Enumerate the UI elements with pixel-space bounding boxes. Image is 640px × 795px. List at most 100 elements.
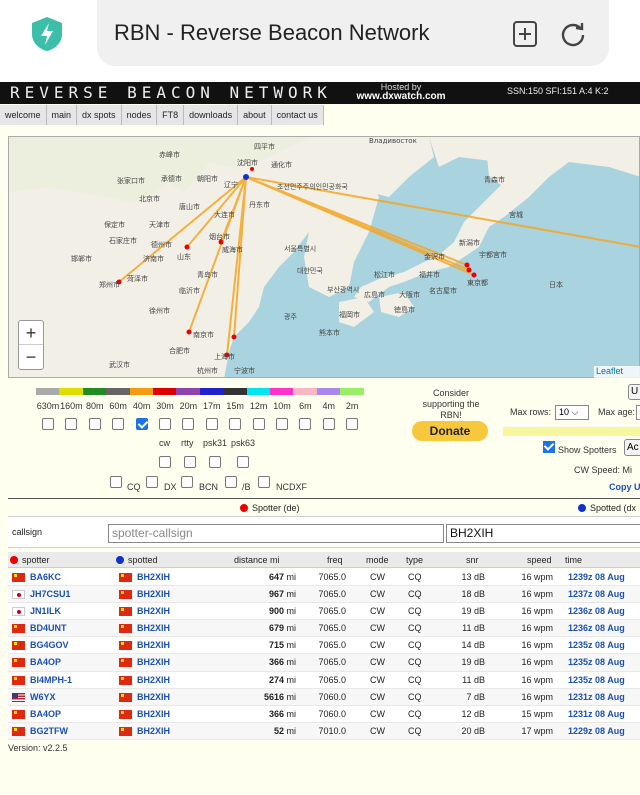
spotter-link[interactable]: JH7CSU1: [30, 589, 71, 599]
spotted-link[interactable]: BH2XIH: [137, 623, 170, 633]
band-checkbox-17m[interactable]: [205, 418, 218, 430]
band-checkbox-630m[interactable]: [42, 418, 54, 430]
spotter-link[interactable]: BD4UNT: [30, 623, 67, 633]
status-bar: [503, 427, 640, 436]
update-button[interactable]: U: [628, 384, 640, 400]
time-link[interactable]: 1235z 08 Aug: [568, 675, 625, 685]
time-link[interactable]: 1236z 08 Aug: [568, 606, 625, 616]
reload-icon[interactable]: [559, 20, 587, 48]
map-attribution[interactable]: Leaflet: [594, 366, 640, 378]
spotter-link[interactable]: BG4GOV: [30, 640, 69, 650]
nav-about[interactable]: about: [238, 105, 272, 125]
band-checkbox-12m[interactable]: [252, 418, 265, 430]
snr-cell: 19 dB: [461, 606, 485, 617]
nav-dx-spots[interactable]: dx spots: [77, 105, 122, 125]
add-tab-icon[interactable]: [512, 20, 538, 48]
option-checkbox-dx[interactable]: [146, 476, 158, 488]
action-button[interactable]: Ac: [624, 439, 640, 456]
option-checkbox-cq[interactable]: [110, 476, 122, 488]
map-canvas: 赤峰市 四平市 沈阳市 通化市 承德市 朝阳市 张家口市 北京市 辽宁 丹东市 …: [9, 137, 639, 377]
spot-map[interactable]: 赤峰市 四平市 沈阳市 通化市 承德市 朝阳市 张家口市 北京市 辽宁 丹东市 …: [8, 136, 640, 378]
col-mode[interactable]: mode: [366, 555, 389, 565]
spotted-link[interactable]: BH2XIH: [137, 572, 170, 582]
spotter-link[interactable]: BA6KC: [30, 572, 61, 582]
nav-contact-us[interactable]: contact us: [271, 105, 324, 125]
spotted-link[interactable]: BH2XIH: [137, 675, 170, 685]
map-label: 宇都宮市: [479, 250, 507, 259]
mode-checkbox-rtty[interactable]: [184, 456, 196, 468]
spotted-link[interactable]: BH2XIH: [137, 709, 170, 719]
freq-cell: 7065.0: [318, 572, 346, 582]
col-type[interactable]: type: [406, 555, 423, 565]
band-checkbox-30m[interactable]: [159, 418, 171, 430]
band-checkbox-4m[interactable]: [322, 418, 335, 430]
spotter-link[interactable]: BA4OP: [30, 709, 61, 719]
host-link[interactable]: www.dxwatch.com: [356, 92, 446, 102]
col-snr[interactable]: snr: [466, 555, 479, 565]
shield-lightning-icon[interactable]: [30, 16, 64, 52]
table-row: W6YX BH2XIH 5616 mi 7060.0 CW CQ 7 dB 16 wpm 123…: [8, 688, 640, 706]
time-link[interactable]: 1229z 08 Aug: [568, 726, 625, 736]
time-link[interactable]: 1239z 08 Aug: [568, 572, 625, 582]
nav-ft8[interactable]: FT8: [157, 105, 185, 125]
band-checkbox-10m[interactable]: [276, 418, 288, 430]
donate-button[interactable]: Donate: [412, 421, 488, 441]
time-link[interactable]: 1235z 08 Aug: [568, 657, 625, 667]
mode-checkbox-psk63[interactable]: [237, 456, 249, 468]
flag-icon: [119, 624, 132, 634]
spotted-link[interactable]: BH2XIH: [137, 640, 170, 650]
mode-checkbox-psk31[interactable]: [209, 456, 221, 468]
spotter-link[interactable]: JN1ILK: [30, 606, 61, 616]
spotter-link[interactable]: BA4OP: [30, 657, 61, 667]
col-time[interactable]: time: [565, 555, 582, 565]
band-checkbox-20m[interactable]: [182, 418, 195, 430]
band-checkbox-40m[interactable]: [135, 418, 148, 430]
mode-checkbox-cw[interactable]: [159, 456, 171, 468]
type-cell: CQ: [408, 691, 422, 702]
band-checkbox-160m[interactable]: [65, 418, 78, 430]
max-age-input[interactable]: [636, 405, 640, 420]
col-freq[interactable]: freq: [327, 555, 343, 565]
col-spotted[interactable]: spotted: [116, 555, 158, 565]
url-bar[interactable]: RBN - Reverse Beacon Network: [97, 0, 609, 66]
col-speed[interactable]: speed: [527, 555, 552, 565]
time-link[interactable]: 1235z 08 Aug: [568, 640, 625, 650]
option-checkbox-bcn[interactable]: [181, 476, 193, 488]
spotted-link[interactable]: BH2XIH: [137, 726, 170, 736]
nav-welcome[interactable]: welcome: [0, 105, 47, 125]
nav-nodes[interactable]: nodes: [121, 105, 158, 125]
col-distance[interactable]: distance mi: [234, 555, 280, 565]
max-rows-select[interactable]: 10 ⌵: [555, 405, 589, 420]
spotted-link[interactable]: BH2XIH: [137, 692, 170, 702]
option-checkbox-ncdxf[interactable]: [258, 476, 270, 488]
band-checkbox-2m[interactable]: [346, 418, 359, 430]
time-link[interactable]: 1231z 08 Aug: [568, 692, 625, 702]
zoom-out-button[interactable]: −: [19, 345, 43, 369]
zoom-in-button[interactable]: +: [19, 321, 43, 345]
time-link[interactable]: 1231z 08 Aug: [568, 709, 625, 719]
max-rows-label: Max rows:: [510, 407, 552, 417]
distance-unit: mi: [286, 708, 297, 719]
band-checkbox-15m[interactable]: [229, 418, 242, 430]
spotted-callsign-input[interactable]: BH2XIH: [446, 524, 640, 543]
band-checkbox-60m[interactable]: [112, 418, 125, 430]
spotter-callsign-input[interactable]: spotter-callsign: [108, 524, 444, 543]
spotter-link[interactable]: BI4MPH-1: [30, 675, 72, 685]
option-checkbox-b[interactable]: [225, 476, 237, 488]
nav-main[interactable]: main: [46, 105, 78, 125]
spotter-link[interactable]: W6YX: [30, 692, 56, 702]
copy-url-link[interactable]: Copy U: [609, 482, 640, 492]
spotted-link[interactable]: BH2XIH: [137, 589, 170, 599]
spotted-link[interactable]: BH2XIH: [137, 606, 170, 616]
mode-cell: CW: [370, 674, 385, 685]
site-logo[interactable]: REVERSE BEACON NETWORK: [10, 83, 332, 102]
band-checkbox-80m[interactable]: [88, 418, 101, 430]
time-link[interactable]: 1237z 08 Aug: [568, 589, 625, 599]
time-link[interactable]: 1236z 08 Aug: [568, 623, 625, 633]
spotter-link[interactable]: BG2TFW: [30, 726, 68, 736]
nav-downloads[interactable]: downloads: [184, 105, 239, 125]
col-spotter[interactable]: spotter: [10, 555, 50, 565]
show-spotters-checkbox[interactable]: [543, 441, 555, 453]
band-checkbox-6m[interactable]: [299, 418, 312, 430]
spotted-link[interactable]: BH2XIH: [137, 657, 170, 667]
